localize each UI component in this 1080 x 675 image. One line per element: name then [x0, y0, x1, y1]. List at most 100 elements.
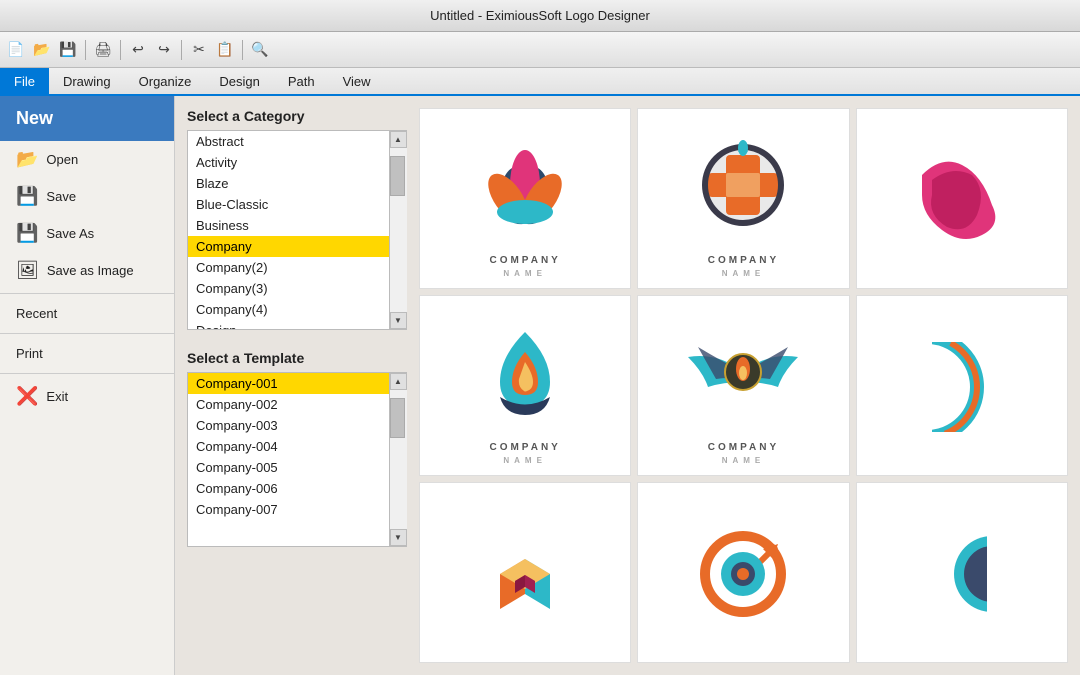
- sidebar-item-exit[interactable]: ❌ Exit: [0, 378, 174, 415]
- main-layout: New 📂 Open 💾 Save 💾 Save As 🖼 Save as Im…: [0, 96, 1080, 675]
- toolbar-sep1: [85, 40, 86, 60]
- menu-view[interactable]: View: [329, 68, 385, 94]
- template-item[interactable]: Company-005: [188, 457, 389, 478]
- scroll-up-arrow[interactable]: ▲: [390, 131, 407, 148]
- menu-path[interactable]: Path: [274, 68, 329, 94]
- logo-card-2[interactable]: COMPANYNAME: [637, 108, 849, 289]
- sidebar-saveimage-label: Save as Image: [47, 263, 134, 278]
- menu-organize[interactable]: Organize: [125, 68, 206, 94]
- template-item-selected[interactable]: Company-001: [188, 373, 389, 394]
- logo-svg-3: [863, 119, 1061, 280]
- sidebar-item-recent[interactable]: Recent: [0, 298, 174, 329]
- title-bar: Untitled - EximiousSoft Logo Designer: [0, 0, 1080, 32]
- category-title: Select a Category: [187, 108, 407, 124]
- sidebar-saveas-label: Save As: [46, 226, 94, 241]
- logo-svg-7: [426, 493, 624, 654]
- list-item[interactable]: Company(4): [188, 299, 389, 320]
- toolbar: 📄 📂 💾 🖨 ↩ ↪ ✂ 📋 🔍: [0, 32, 1080, 68]
- list-item[interactable]: Abstract: [188, 131, 389, 152]
- template-list[interactable]: Company-001 Company-002 Company-003 Comp…: [188, 373, 389, 546]
- template-item[interactable]: Company-007: [188, 499, 389, 520]
- template-scroll-down[interactable]: ▼: [390, 529, 407, 546]
- template-item[interactable]: Company-003: [188, 415, 389, 436]
- list-item[interactable]: Business: [188, 215, 389, 236]
- sidebar-item-saveas[interactable]: 💾 Save As: [0, 215, 174, 252]
- logo-card-3[interactable]: [856, 108, 1068, 289]
- toolbar-cut[interactable]: ✂: [187, 38, 211, 62]
- toolbar-copy[interactable]: 📋: [213, 38, 237, 62]
- save-icon: 💾: [16, 186, 38, 207]
- list-item[interactable]: Company(2): [188, 257, 389, 278]
- scroll-handle[interactable]: [390, 156, 405, 196]
- sidebar-item-save[interactable]: 💾 Save: [0, 178, 174, 215]
- scroll-down-arrow[interactable]: ▼: [390, 312, 407, 329]
- logo-card-9[interactable]: [856, 482, 1068, 663]
- template-item[interactable]: Company-002: [188, 394, 389, 415]
- sidebar-divider1: [0, 293, 174, 294]
- open-icon: 📂: [16, 149, 38, 170]
- toolbar-help[interactable]: 🔍: [248, 38, 272, 62]
- logo-card-5[interactable]: COMPANYNAME: [637, 295, 849, 476]
- logo-card-1[interactable]: COMPANYNAME: [419, 108, 631, 289]
- toolbar-print[interactable]: 🖨: [91, 38, 115, 62]
- toolbar-sep4: [242, 40, 243, 60]
- menu-file[interactable]: File: [0, 68, 49, 94]
- sidebar-save-label: Save: [46, 189, 76, 204]
- window-title: Untitled - EximiousSoft Logo Designer: [430, 8, 650, 23]
- template-section: Select a Template Company-001 Company-00…: [187, 350, 407, 547]
- logo-card-7[interactable]: [419, 482, 631, 663]
- sidebar-divider3: [0, 373, 174, 374]
- list-item[interactable]: Design: [188, 320, 389, 329]
- toolbar-undo[interactable]: ↩: [126, 38, 150, 62]
- logo-text-4: COMPANYNAME: [489, 441, 560, 467]
- logo-svg-1: [426, 119, 624, 250]
- menu-bar: File Drawing Organize Design Path View: [0, 68, 1080, 96]
- logo-grid: COMPANYNAME: [419, 108, 1068, 663]
- logo-text-2: COMPANYNAME: [708, 254, 779, 280]
- logo-svg-6: [863, 306, 1061, 467]
- logo-svg-8: [644, 493, 842, 654]
- toolbar-sep3: [181, 40, 182, 60]
- category-list[interactable]: Abstract Activity Blaze Blue-Classic Bus…: [188, 131, 389, 329]
- category-list-wrapper: Abstract Activity Blaze Blue-Classic Bus…: [187, 130, 407, 330]
- saveas-icon: 💾: [16, 223, 38, 244]
- logo-svg-9: [863, 493, 1061, 654]
- toolbar-redo[interactable]: ↪: [152, 38, 176, 62]
- sidebar-print-label: Print: [16, 346, 43, 361]
- logo-svg-5: [644, 306, 842, 437]
- logo-card-4[interactable]: COMPANYNAME: [419, 295, 631, 476]
- category-section: Select a Category Abstract Activity Blaz…: [187, 108, 407, 330]
- saveimage-icon: 🖼: [16, 260, 39, 281]
- template-list-wrapper: Company-001 Company-002 Company-003 Comp…: [187, 372, 407, 547]
- template-item[interactable]: Company-004: [188, 436, 389, 457]
- menu-drawing[interactable]: Drawing: [49, 68, 125, 94]
- list-item[interactable]: Blaze: [188, 173, 389, 194]
- logo-text-1: COMPANYNAME: [489, 254, 560, 280]
- toolbar-save[interactable]: 💾: [56, 38, 80, 62]
- sidebar-exit-label: Exit: [46, 389, 68, 404]
- sidebar-item-open[interactable]: 📂 Open: [0, 141, 174, 178]
- list-item[interactable]: Company(3): [188, 278, 389, 299]
- toolbar-new[interactable]: 📄: [4, 38, 28, 62]
- template-item[interactable]: Company-006: [188, 478, 389, 499]
- template-scrollbar: ▲ ▼: [389, 373, 406, 546]
- sidebar-recent-label: Recent: [16, 306, 57, 321]
- sidebar-new-button[interactable]: New: [0, 96, 174, 141]
- logo-svg-2: [644, 119, 842, 250]
- menu-design[interactable]: Design: [205, 68, 273, 94]
- toolbar-open[interactable]: 📂: [30, 38, 54, 62]
- list-item-selected[interactable]: Company: [188, 236, 389, 257]
- sidebar-item-print[interactable]: Print: [0, 338, 174, 369]
- sidebar: New 📂 Open 💾 Save 💾 Save As 🖼 Save as Im…: [0, 96, 175, 675]
- toolbar-sep2: [120, 40, 121, 60]
- sidebar-item-saveasimage[interactable]: 🖼 Save as Image: [0, 252, 174, 289]
- left-panel: Select a Category Abstract Activity Blaz…: [187, 108, 407, 663]
- list-item[interactable]: Activity: [188, 152, 389, 173]
- list-item[interactable]: Blue-Classic: [188, 194, 389, 215]
- logo-card-8[interactable]: [637, 482, 849, 663]
- sidebar-divider2: [0, 333, 174, 334]
- template-scroll-up[interactable]: ▲: [390, 373, 407, 390]
- logo-svg-4: [426, 306, 624, 437]
- logo-card-6[interactable]: [856, 295, 1068, 476]
- template-scroll-handle[interactable]: [390, 398, 405, 438]
